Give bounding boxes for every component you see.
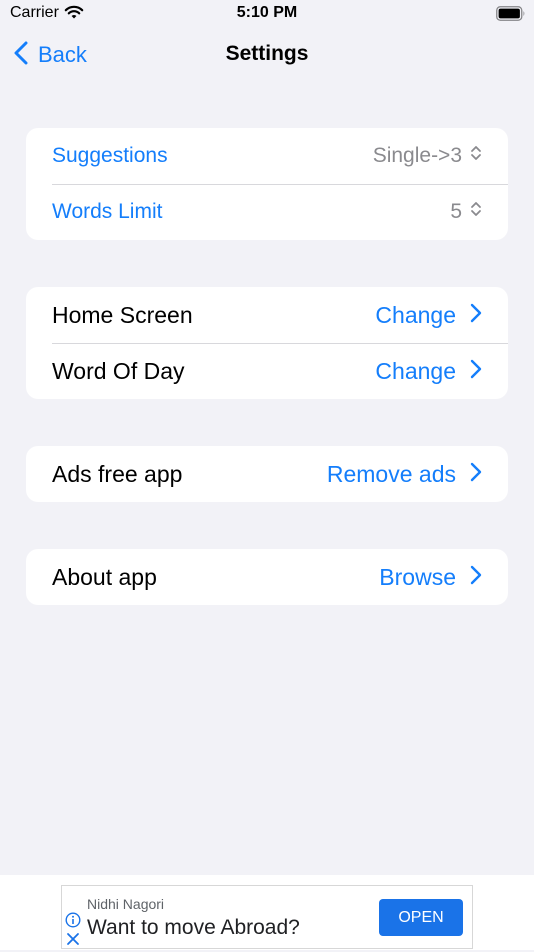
ad-banner-area: Nidhi Nagori Want to move Abroad? OPEN [0, 875, 534, 950]
suggestions-value: Single->3 [373, 144, 482, 168]
browse-action-text: Browse [379, 563, 456, 590]
ads-group: Ads free app Remove ads [26, 446, 508, 502]
chevron-right-icon [470, 461, 482, 488]
home-screen-row[interactable]: Home Screen Change [26, 287, 508, 343]
ads-free-label: Ads free app [52, 460, 183, 487]
close-icon[interactable] [65, 931, 81, 952]
remove-ads-action-text: Remove ads [326, 460, 456, 487]
ad-open-button[interactable]: OPEN [379, 899, 463, 936]
ads-free-row[interactable]: Ads free app Remove ads [26, 446, 508, 502]
page-title: Settings [225, 42, 309, 65]
word-of-day-action-text: Change [375, 357, 456, 384]
word-of-day-action[interactable]: Change [375, 358, 482, 385]
words-limit-label: Words Limit [52, 200, 163, 223]
suggestions-label: Suggestions [52, 144, 168, 167]
ad-headline: Want to move Abroad? [87, 916, 300, 939]
suggestion-settings-group: Suggestions Single->3 Words Limit 5 [26, 128, 508, 240]
suggestions-row[interactable]: Suggestions Single->3 [26, 128, 508, 184]
chevron-up-down-icon [470, 144, 482, 168]
word-of-day-label: Word Of Day [52, 357, 185, 384]
home-screen-action[interactable]: Change [375, 302, 482, 329]
info-icon[interactable] [65, 912, 81, 933]
ad-banner[interactable]: Nidhi Nagori Want to move Abroad? OPEN [61, 885, 473, 949]
suggestions-value-text: Single->3 [372, 144, 462, 167]
about-app-label: About app [52, 563, 157, 590]
chevron-right-icon [470, 564, 482, 591]
words-limit-value: 5 [450, 200, 482, 224]
home-screen-label: Home Screen [52, 301, 193, 328]
words-limit-row[interactable]: Words Limit 5 [26, 184, 508, 240]
about-group: About app Browse [26, 549, 508, 605]
about-app-row[interactable]: About app Browse [26, 549, 508, 605]
battery-icon [496, 6, 526, 26]
widgets-group: Home Screen Change Word Of Day Change [26, 287, 508, 399]
chevron-up-down-icon [470, 200, 482, 224]
navigation-bar: Back Settings [0, 30, 534, 80]
chevron-right-icon [470, 358, 482, 385]
ad-advertiser: Nidhi Nagori [87, 896, 165, 912]
status-bar: Carrier 5:10 PM [0, 0, 534, 30]
remove-ads-action[interactable]: Remove ads [327, 461, 482, 488]
words-limit-value-text: 5 [450, 200, 462, 223]
home-screen-action-text: Change [375, 301, 456, 328]
word-of-day-row[interactable]: Word Of Day Change [26, 343, 508, 399]
chevron-right-icon [470, 302, 482, 329]
browse-action[interactable]: Browse [379, 564, 482, 591]
clock: 5:10 PM [236, 4, 298, 21]
